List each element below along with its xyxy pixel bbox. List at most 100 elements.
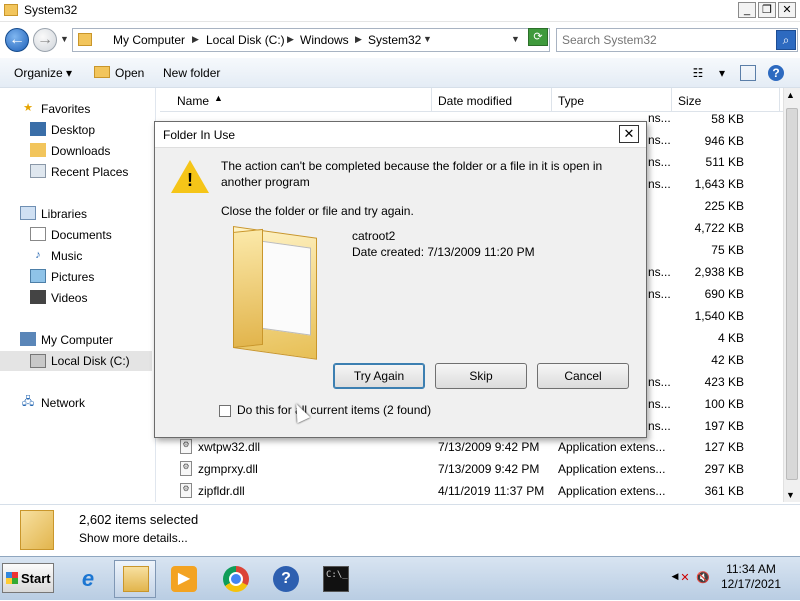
- refresh-icon[interactable]: ⟳: [528, 28, 548, 46]
- preview-pane-icon[interactable]: [740, 65, 756, 81]
- desktop-icon: [30, 122, 46, 136]
- size-cell: 100 KB: [704, 397, 744, 411]
- scroll-up-icon[interactable]: ▲: [786, 90, 795, 100]
- chrome-taskbar-button[interactable]: [214, 560, 256, 598]
- breadcrumb-system32[interactable]: System32: [368, 33, 421, 47]
- navigation-pane: ★ Favorites Desktop Downloads Recent Plac…: [0, 88, 156, 502]
- back-button[interactable]: ←: [5, 28, 29, 52]
- scroll-thumb[interactable]: [786, 108, 798, 480]
- table-row[interactable]: ⚙ xwtpw32.dll 7/13/2009 9:42 PM Applicat…: [160, 436, 784, 458]
- chevron-right-icon[interactable]: ▶: [192, 34, 199, 45]
- details-pane: 2,602 items selected Show more details..…: [0, 504, 800, 556]
- dialog-instruction: Close the folder or file and try again.: [221, 204, 414, 218]
- open-icon: [94, 66, 110, 78]
- cancel-button[interactable]: Cancel: [537, 363, 629, 389]
- size-cell: 225 KB: [704, 199, 744, 213]
- file-name: catroot2: [352, 229, 396, 243]
- maximize-button[interactable]: ❐: [758, 2, 776, 18]
- skip-button[interactable]: Skip: [435, 363, 527, 389]
- file-type: Application extens...: [558, 440, 666, 454]
- chevron-down-icon[interactable]: ▼: [423, 34, 432, 44]
- windows-logo-icon: [6, 572, 18, 584]
- title-bar: System32 _ ❐ ✕: [0, 0, 800, 22]
- table-row[interactable]: ⚙ zipfldr.dll 4/11/2019 11:37 PM Applica…: [160, 480, 784, 502]
- size-cell: 946 KB: [704, 134, 744, 148]
- help-taskbar-button[interactable]: ?: [264, 560, 306, 598]
- apply-to-all-label[interactable]: Do this for all current items (2 found): [237, 403, 431, 417]
- chevron-down-icon[interactable]: ▾: [714, 65, 730, 81]
- folder-icon: [233, 226, 317, 360]
- media-player-taskbar-button[interactable]: ▶: [162, 560, 204, 598]
- view-options-icon[interactable]: ☷: [690, 65, 706, 81]
- apply-to-all-checkbox[interactable]: [219, 405, 231, 417]
- chrome-icon: [223, 566, 249, 592]
- type-cell: ns...: [648, 287, 671, 301]
- folder-in-use-dialog: Folder In Use ✕ ! The action can't be co…: [154, 121, 647, 438]
- start-button[interactable]: Start: [2, 563, 54, 593]
- drive-icon: [30, 354, 46, 368]
- file-date: 7/13/2009 9:42 PM: [438, 440, 540, 454]
- size-cell: 690 KB: [704, 287, 744, 301]
- internet-explorer-taskbar-button[interactable]: e: [66, 560, 108, 598]
- column-name[interactable]: Name ▲: [160, 88, 432, 112]
- file-name: xwtpw32.dll: [198, 440, 261, 454]
- search-box[interactable]: ⌕: [556, 28, 798, 52]
- address-dropdown-icon[interactable]: ▼: [511, 34, 520, 44]
- try-again-button[interactable]: Try Again: [333, 363, 425, 389]
- column-size[interactable]: Size: [672, 88, 780, 112]
- dll-file-icon: ⚙: [180, 439, 192, 454]
- chevron-right-icon[interactable]: ▶: [287, 34, 294, 45]
- help-icon[interactable]: ?: [768, 65, 784, 81]
- breadcrumb-windows[interactable]: Windows: [300, 33, 349, 47]
- dialog-close-button[interactable]: ✕: [619, 125, 639, 143]
- size-cell: 1,540 KB: [694, 309, 744, 323]
- new-folder-button[interactable]: New folder: [163, 66, 220, 80]
- nav-local-disk[interactable]: Local Disk (C:): [0, 351, 152, 371]
- documents-icon: [30, 227, 46, 241]
- dll-file-icon: ⚙: [180, 461, 192, 476]
- open-button[interactable]: Open: [115, 66, 144, 80]
- recent-places-icon: [30, 164, 46, 178]
- file-date: 7/13/2009 9:42 PM: [438, 462, 540, 476]
- network-icon: 🖧: [21, 396, 35, 408]
- size-cell: 4,722 KB: [694, 221, 744, 235]
- clock-time: 11:34 AM: [726, 562, 776, 576]
- show-more-details-link[interactable]: Show more details...: [79, 531, 188, 545]
- command-prompt-icon: C:\_: [323, 566, 349, 592]
- size-cell: 423 KB: [704, 375, 744, 389]
- table-row[interactable]: ⚙ zgmprxy.dll 7/13/2009 9:42 PM Applicat…: [160, 458, 784, 480]
- column-date[interactable]: Date modified: [432, 88, 552, 112]
- help-icon: ?: [273, 566, 299, 592]
- history-dropdown-icon[interactable]: ▼: [60, 34, 69, 44]
- internet-explorer-icon: e: [81, 566, 95, 591]
- dll-file-icon: ⚙: [180, 483, 192, 498]
- vertical-scrollbar[interactable]: ▲ ▼: [783, 88, 800, 502]
- search-input[interactable]: [562, 32, 772, 48]
- folder-icon: [20, 510, 54, 550]
- clock-date: 12/17/2021: [720, 577, 782, 591]
- minimize-button[interactable]: _: [738, 2, 756, 18]
- size-cell: 75 KB: [711, 243, 744, 257]
- file-name: zgmprxy.dll: [198, 462, 258, 476]
- command-prompt-taskbar-button[interactable]: C:\_: [314, 560, 356, 598]
- clock[interactable]: 11:34 AM 12/17/2021: [705, 562, 797, 592]
- explorer-taskbar-button[interactable]: [114, 560, 156, 598]
- organize-button[interactable]: Organize ▾: [14, 66, 72, 80]
- file-date: 4/11/2019 11:37 PM: [438, 484, 545, 498]
- breadcrumb-local-disk[interactable]: Local Disk (C:): [206, 33, 285, 47]
- size-cell: 2,938 KB: [694, 265, 744, 279]
- warning-mark: !: [187, 170, 193, 190]
- address-box[interactable]: My Computer ▶ Local Disk (C:) ▶ Windows …: [72, 28, 550, 52]
- column-type[interactable]: Type: [552, 88, 672, 112]
- type-cell: ns...: [648, 419, 671, 433]
- breadcrumb-my-computer[interactable]: My Computer: [113, 33, 185, 47]
- close-button[interactable]: ✕: [778, 2, 796, 18]
- chevron-right-icon[interactable]: ▶: [355, 34, 362, 45]
- media-player-icon: ▶: [171, 566, 197, 592]
- network-status-icon[interactable]: ✕: [678, 571, 692, 585]
- scroll-down-icon[interactable]: ▼: [786, 490, 795, 500]
- search-icon[interactable]: ⌕: [776, 30, 796, 50]
- forward-button[interactable]: →: [33, 28, 57, 52]
- videos-icon: [30, 290, 46, 304]
- star-icon: ★: [23, 102, 33, 114]
